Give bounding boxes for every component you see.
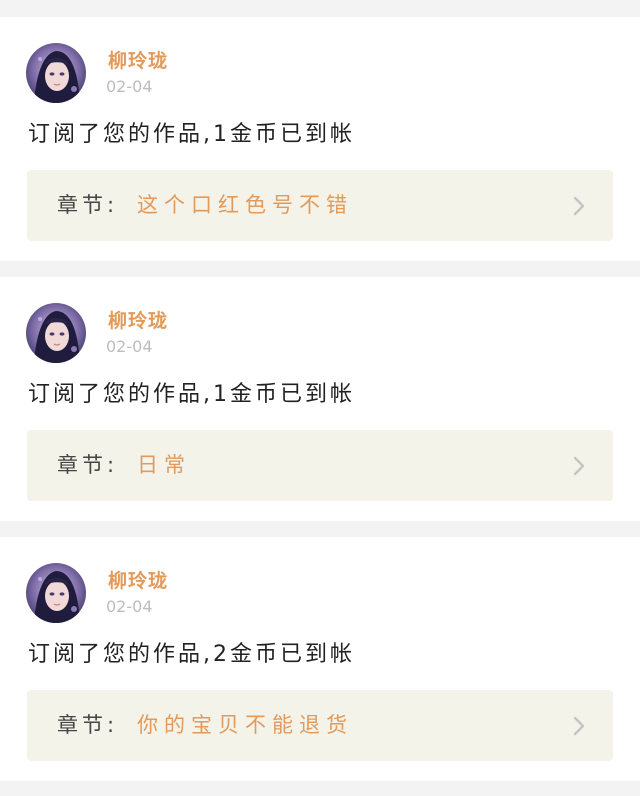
chapter-title: 这个口红色号不错: [137, 193, 353, 217]
chevron-right-icon: [572, 715, 586, 737]
notification-message: 订阅了您的作品,1金币已到帐: [28, 382, 355, 407]
user-avatar-icon[interactable]: [26, 43, 86, 103]
chevron-right-icon: [572, 195, 586, 217]
user-avatar-icon[interactable]: [26, 563, 86, 623]
timestamp: 02-04: [106, 597, 153, 616]
chapter-label: 章节:: [57, 713, 119, 737]
chapter-title: 日常: [137, 453, 191, 477]
chapter-link[interactable]: 章节: 你的宝贝不能退货: [27, 690, 613, 761]
notification-feed: 柳玲珑 02-04 订阅了您的作品,1金币已到帐 章节: 这个口红色号不错 柳玲…: [0, 0, 640, 796]
chapter-title: 你的宝贝不能退货: [137, 713, 353, 737]
chevron-right-icon: [572, 455, 586, 477]
username[interactable]: 柳玲珑: [108, 569, 168, 593]
notification-message: 订阅了您的作品,2金币已到帐: [28, 642, 355, 667]
chapter-link[interactable]: 章节: 日常: [27, 430, 613, 501]
notification-message: 订阅了您的作品,1金币已到帐: [28, 122, 355, 147]
notification-card: 柳玲珑 02-04 订阅了您的作品,1金币已到帐 章节: 这个口红色号不错: [0, 17, 640, 261]
chapter-label: 章节:: [57, 453, 119, 477]
notification-card: 柳玲珑 02-04 订阅了您的作品,2金币已到帐 章节: 你的宝贝不能退货: [0, 537, 640, 781]
chapter-label: 章节:: [57, 193, 119, 217]
timestamp: 02-04: [106, 337, 153, 356]
user-avatar-icon[interactable]: [26, 303, 86, 363]
chapter-link[interactable]: 章节: 这个口红色号不错: [27, 170, 613, 241]
username[interactable]: 柳玲珑: [108, 309, 168, 333]
username[interactable]: 柳玲珑: [108, 49, 168, 73]
notification-card: 柳玲珑 02-04 订阅了您的作品,1金币已到帐 章节: 日常: [0, 277, 640, 521]
timestamp: 02-04: [106, 77, 153, 96]
